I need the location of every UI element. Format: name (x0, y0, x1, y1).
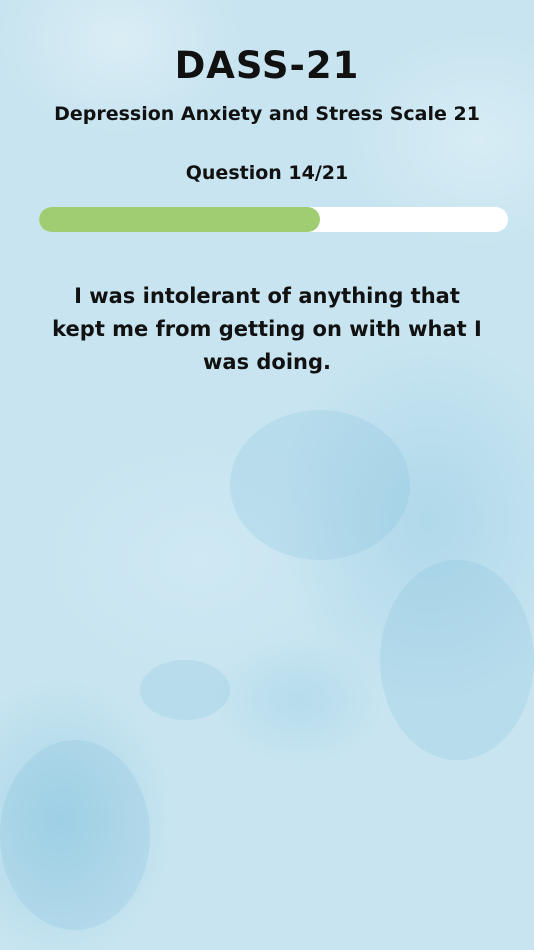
progress-bar-fill (39, 207, 321, 232)
quiz-screen: DASS-21 Depression Anxiety and Stress Sc… (0, 0, 534, 950)
question-text: I was intolerant of anything that kept m… (52, 284, 482, 374)
app-subtitle: Depression Anxiety and Stress Scale 21 (54, 103, 480, 125)
question-counter: Question 14/21 (185, 162, 349, 184)
app-title: DASS-21 (174, 44, 360, 87)
progress-bar (39, 207, 508, 232)
